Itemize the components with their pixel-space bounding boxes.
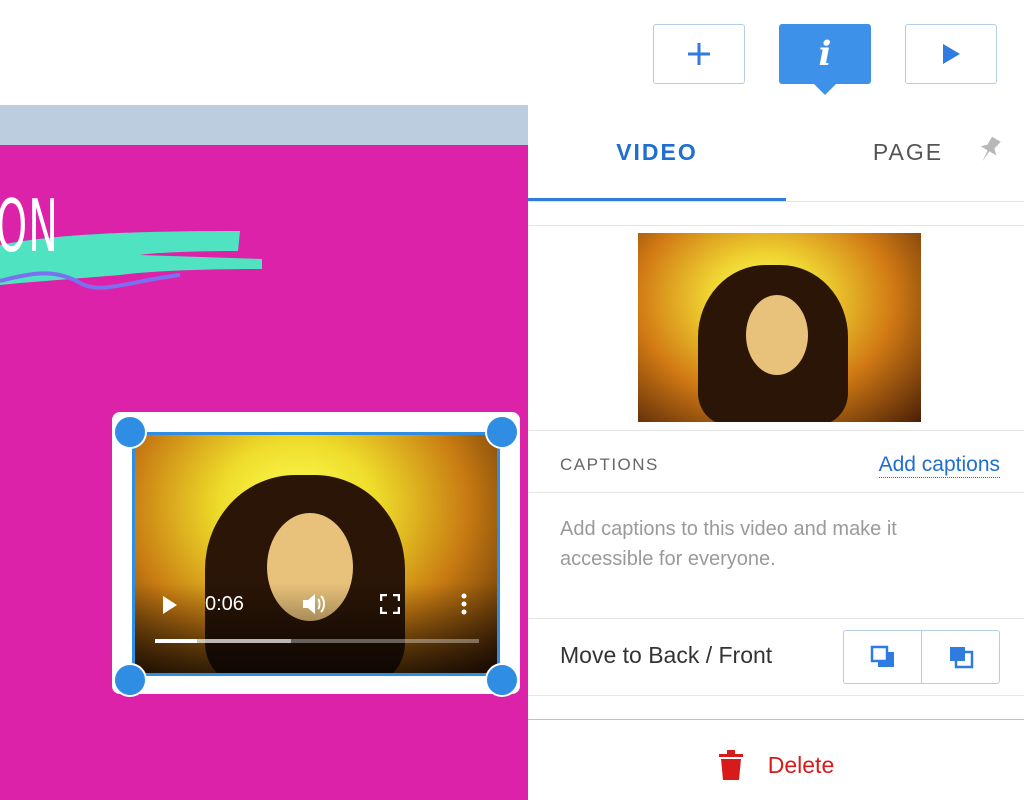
fullscreen-icon[interactable] (380, 594, 400, 614)
captions-description: Add captions to this video and make it a… (560, 518, 897, 570)
person-figure (698, 265, 858, 422)
layer-order-group (843, 630, 1000, 684)
selected-video-element[interactable]: 0:06 (112, 412, 520, 697)
pin-icon[interactable] (976, 135, 1002, 165)
video-player[interactable]: 0:06 (132, 432, 500, 676)
video-progress-bar[interactable] (155, 639, 479, 643)
video-thumbnail[interactable] (638, 233, 921, 422)
move-to-front-button[interactable] (921, 631, 999, 683)
resize-handle-bottom-left[interactable] (113, 663, 147, 697)
video-time: 0:06 (205, 593, 244, 615)
delete-button[interactable]: Delete (528, 740, 1024, 790)
info-icon: i (818, 34, 832, 74)
preview-button[interactable] (905, 24, 997, 84)
play-icon (943, 44, 960, 64)
trash-icon (718, 750, 743, 780)
delete-label: Delete (767, 751, 835, 778)
move-to-back-button[interactable] (844, 631, 921, 683)
send-backward-icon (870, 645, 894, 667)
video-play-icon[interactable] (161, 595, 179, 615)
info-button[interactable]: i (779, 24, 871, 95)
move-order-label: Move to Back / Front (560, 642, 773, 668)
plus-icon (688, 43, 710, 65)
progress-fill (155, 639, 198, 643)
more-options-icon[interactable] (461, 593, 467, 615)
canvas-title-text[interactable]: ON (0, 190, 59, 262)
tab-page[interactable]: PAGE (858, 125, 958, 180)
resize-handle-top-left[interactable] (113, 415, 147, 449)
canvas-top-bar (0, 105, 528, 145)
design-panel: VIDEO PAGE CAPTIONS Add captions Add cap… (528, 105, 1024, 800)
story-canvas[interactable]: ON 0:06 (0, 145, 528, 800)
volume-icon[interactable] (301, 592, 327, 616)
bring-forward-icon (949, 647, 973, 669)
tab-video[interactable]: VIDEO (528, 125, 786, 180)
add-element-button[interactable] (653, 24, 745, 84)
resize-handle-bottom-right[interactable] (485, 663, 519, 697)
resize-handle-top-right[interactable] (485, 415, 519, 449)
captions-heading: CAPTIONS (560, 455, 659, 474)
add-captions-link[interactable]: Add captions (878, 453, 1000, 479)
